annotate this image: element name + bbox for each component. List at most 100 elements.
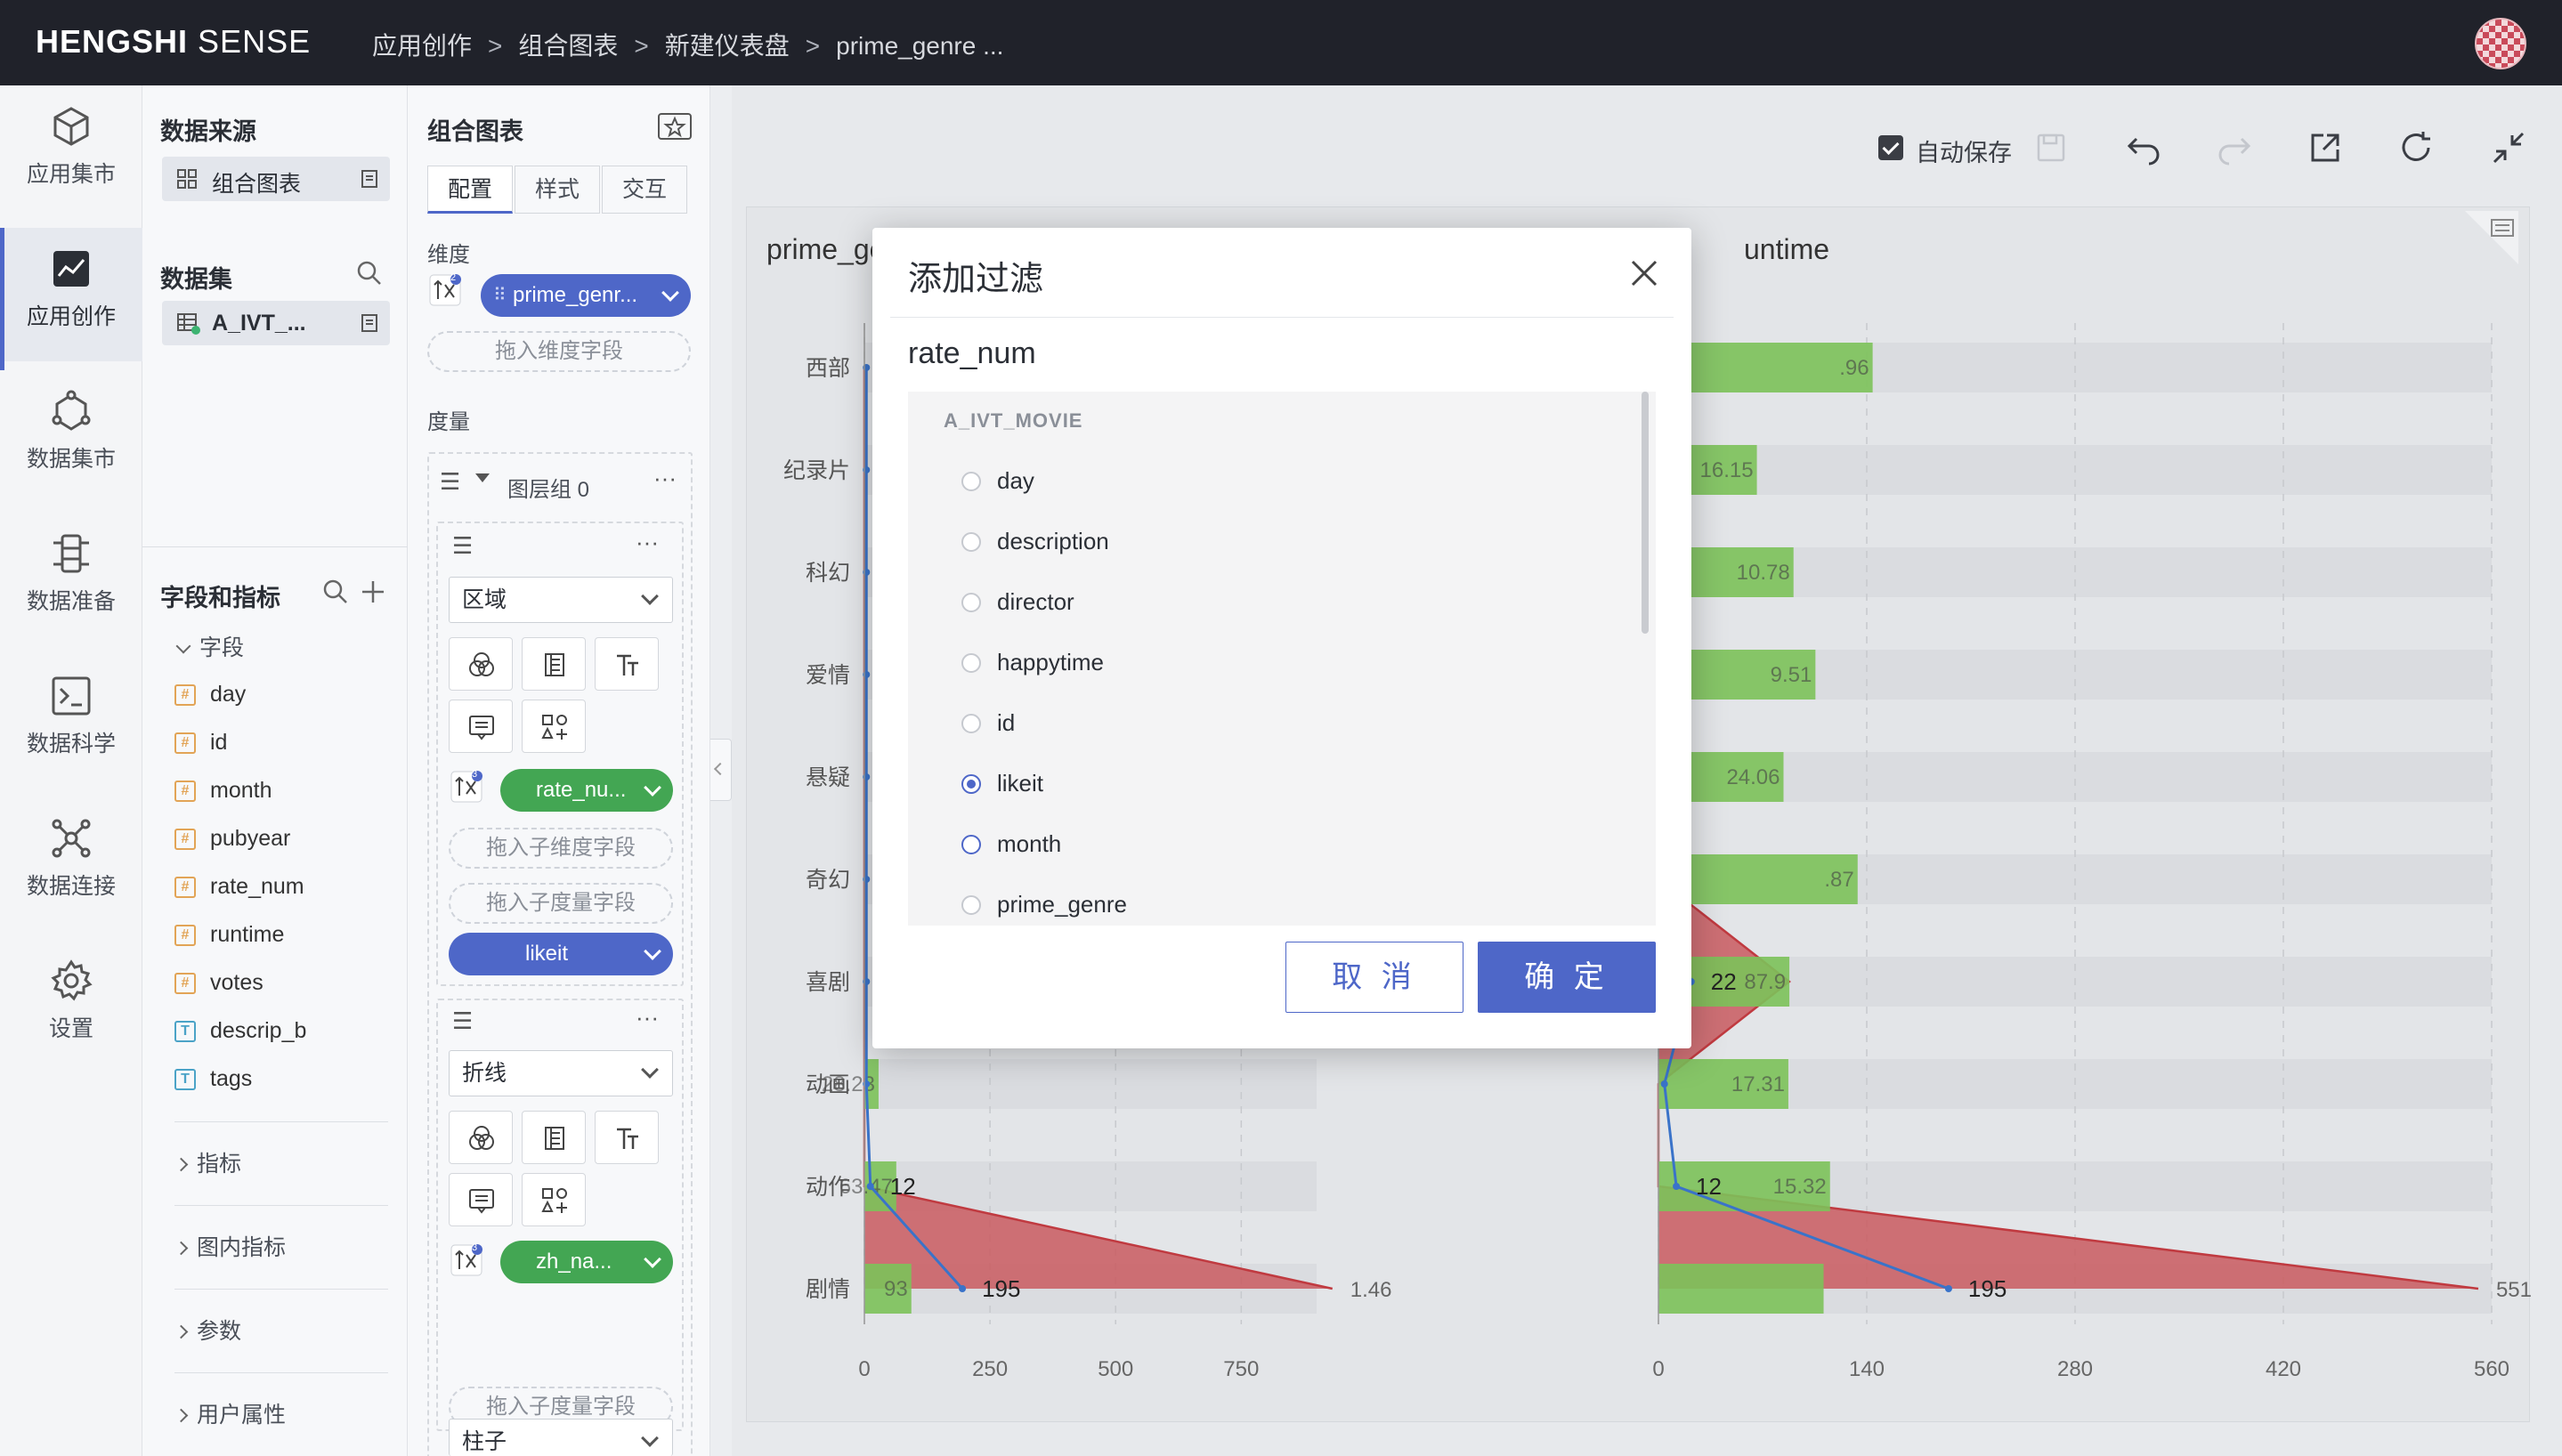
layer-1-measure-pill[interactable]: rate_nu... xyxy=(500,769,673,812)
fields-group-toggle[interactable]: 字段 xyxy=(174,630,244,662)
breadcrumb-item[interactable]: 新建仪表盘 xyxy=(665,32,790,60)
color-button[interactable] xyxy=(449,1111,513,1164)
nav-item-app-create[interactable]: 应用创作 xyxy=(0,228,142,370)
close-icon[interactable] xyxy=(1626,255,1663,292)
option-director[interactable]: director xyxy=(961,584,1585,619)
tooltip-button[interactable] xyxy=(449,1173,513,1226)
tab-style[interactable]: 样式 xyxy=(515,166,600,214)
layer-1-sub-measure-pill[interactable]: likeit xyxy=(449,933,673,975)
metrics-toggle[interactable]: 指标 xyxy=(174,1146,241,1178)
dataset-item[interactable]: A_IVT_... xyxy=(162,301,390,345)
star-icon[interactable] xyxy=(657,112,693,141)
autosave-checkbox[interactable] xyxy=(1878,135,1903,160)
user-attrs-toggle[interactable]: 用户属性 xyxy=(174,1397,286,1429)
add-icon[interactable] xyxy=(360,578,386,605)
copy-icon[interactable] xyxy=(360,168,381,190)
option-prime-genre[interactable]: prime_genre xyxy=(961,886,1585,922)
field-item[interactable]: # month xyxy=(174,772,388,812)
more-icon[interactable]: ··· xyxy=(653,465,677,492)
sub-measure-drop-zone[interactable]: 拖入子度量字段 xyxy=(449,883,673,924)
radio-button[interactable] xyxy=(961,593,981,612)
caret-down-icon[interactable] xyxy=(475,473,490,482)
nav-item-data-science[interactable]: 数据科学 xyxy=(0,655,142,789)
field-item[interactable]: # runtime xyxy=(174,917,388,956)
label-button[interactable] xyxy=(595,637,659,691)
undo-icon[interactable] xyxy=(2124,128,2163,167)
search-icon[interactable] xyxy=(356,260,383,287)
radio-button[interactable] xyxy=(961,835,981,854)
size-button[interactable] xyxy=(522,1111,586,1164)
tooltip-button[interactable] xyxy=(449,700,513,753)
avatar[interactable] xyxy=(2475,18,2526,69)
menu-icon[interactable]: ☰ xyxy=(452,1007,473,1035)
nav-item-settings[interactable]: 设置 xyxy=(0,940,142,1073)
option-happytime[interactable]: happytime xyxy=(961,644,1585,680)
brand-logo[interactable]: HENGSHI SENSE xyxy=(36,23,311,61)
radio-button[interactable] xyxy=(961,472,981,491)
list-scrollbar[interactable] xyxy=(1642,392,1649,634)
category-band xyxy=(864,1059,1317,1109)
area-series-edge xyxy=(1657,368,2479,1290)
menu-icon[interactable]: ☰ xyxy=(440,468,460,496)
cancel-button[interactable]: 取 消 xyxy=(1285,942,1463,1013)
field-item[interactable]: # votes xyxy=(174,965,388,1004)
layer-3-type-select[interactable]: 柱子 xyxy=(449,1419,673,1456)
search-icon[interactable] xyxy=(322,578,349,605)
breadcrumb-item[interactable]: 应用创作 xyxy=(372,32,472,60)
radio-button[interactable] xyxy=(961,653,981,673)
line-label: 22 xyxy=(1711,968,1737,995)
collapse-panel-handle[interactable] xyxy=(710,739,732,801)
menu-icon[interactable]: ☰ xyxy=(452,532,473,560)
size-button[interactable] xyxy=(522,637,586,691)
chart-metrics-toggle[interactable]: 图内指标 xyxy=(174,1230,286,1262)
tab-interaction[interactable]: 交互 xyxy=(602,166,687,214)
layer-2-type-select[interactable]: 折线 xyxy=(449,1050,673,1096)
field-name: id xyxy=(210,730,228,755)
nav-item-data-market[interactable]: 数据集市 xyxy=(0,370,142,504)
dimension-pill-prime-genre[interactable]: ⠿ prime_genr... xyxy=(481,274,691,317)
field-item[interactable]: # id xyxy=(174,724,388,764)
field-options-list[interactable]: A_IVT_MOVIE day description director hap… xyxy=(908,392,1656,926)
radio-button[interactable] xyxy=(961,714,981,733)
radio-button[interactable] xyxy=(961,532,981,552)
data-source-item[interactable]: 组合图表 xyxy=(162,157,390,201)
color-button[interactable] xyxy=(449,637,513,691)
option-id[interactable]: id xyxy=(961,705,1585,740)
option-likeit[interactable]: likeit xyxy=(961,765,1585,801)
nav-item-data-prep[interactable]: 数据准备 xyxy=(0,513,142,646)
nav-item-data-connection[interactable]: 数据连接 xyxy=(0,797,142,931)
copy-icon[interactable] xyxy=(360,312,381,334)
field-item[interactable]: # pubyear xyxy=(174,821,388,860)
radio-button[interactable] xyxy=(961,895,981,915)
dimension-drop-zone[interactable]: 拖入维度字段 xyxy=(427,331,691,372)
redo-icon[interactable] xyxy=(2215,128,2254,167)
label-button[interactable] xyxy=(595,1111,659,1164)
shape-button[interactable] xyxy=(522,1173,586,1226)
nav-item-app-market[interactable]: 应用集市 xyxy=(0,85,142,219)
more-icon[interactable]: ··· xyxy=(636,529,659,556)
layer-1-type-select[interactable]: 区域 xyxy=(449,577,673,623)
option-description[interactable]: description xyxy=(961,523,1585,559)
field-item[interactable]: Ttags xyxy=(174,1061,388,1100)
refresh-icon[interactable] xyxy=(2396,128,2436,167)
radio-button-selected[interactable] xyxy=(961,774,981,794)
more-icon[interactable]: ··· xyxy=(636,1004,659,1031)
layer-2-measure-pill[interactable]: zh_na... xyxy=(500,1241,673,1283)
tab-config[interactable]: 配置 xyxy=(427,166,513,214)
field-item[interactable]: # rate_num xyxy=(174,869,388,908)
save-icon[interactable] xyxy=(2031,128,2071,167)
sub-dimension-drop-zone[interactable]: 拖入子维度字段 xyxy=(449,828,673,869)
collapse-icon[interactable] xyxy=(2489,128,2528,167)
breadcrumb-item[interactable]: 组合图表 xyxy=(518,32,618,60)
option-day[interactable]: day xyxy=(961,463,1585,498)
export-icon[interactable] xyxy=(2306,128,2345,167)
comment-icon[interactable] xyxy=(2465,211,2518,264)
category-label: 西部 xyxy=(806,356,850,381)
shape-button[interactable] xyxy=(522,700,586,753)
option-month[interactable]: month xyxy=(961,826,1585,861)
number-field-icon: # xyxy=(174,973,196,994)
field-item[interactable]: # day xyxy=(174,676,388,716)
params-toggle[interactable]: 参数 xyxy=(174,1314,241,1346)
confirm-button[interactable]: 确 定 xyxy=(1478,942,1656,1013)
field-item[interactable]: Tdescrip_b xyxy=(174,1013,388,1052)
